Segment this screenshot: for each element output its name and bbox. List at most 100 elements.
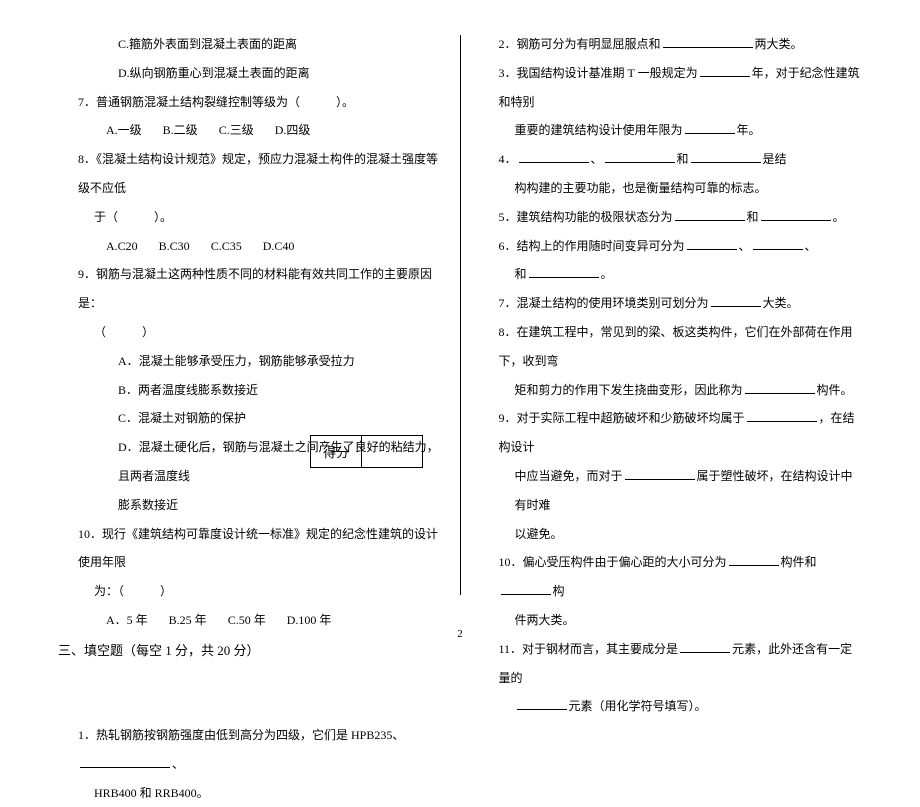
score-label: 得分 (311, 436, 362, 467)
score-value[interactable] (362, 436, 422, 467)
fill-6e: 。 (601, 267, 613, 281)
fill-8: 8．在建筑工程中，常见到的梁、板这类构件，它们在外部荷在作用下，收到弯 (479, 318, 863, 376)
fill-4e: 构构建的主要功能，也是衡量结构可靠的标志。 (479, 174, 863, 203)
blank[interactable] (663, 34, 753, 48)
blank[interactable] (517, 696, 567, 710)
fill-8b: 矩和剪力的作用下发生挠曲变形，因此称为 构件。 (479, 376, 863, 405)
blank[interactable] (80, 754, 170, 768)
fill-3c-text: 重要的建筑结构设计使用年限为 (515, 123, 683, 137)
fill-10d: 件两大类。 (479, 606, 863, 635)
fill-10: 10．偏心受压构件由于偏心距的大小可分为 构件和构 (479, 548, 863, 606)
q7-options: A.一级 B.二级 C.三级 D.四级 (58, 116, 442, 145)
q9-stem-b: （ ） (58, 318, 442, 347)
fill-4c: 和 (677, 152, 689, 166)
fill-6b: 、 (739, 239, 751, 253)
right-column: 2．钢筋可分为有明显屈服点和 两大类。 3．我国结构设计基准期 T 一般规定为年，… (461, 30, 881, 630)
fill-10c: 构 (553, 584, 565, 598)
page-number: 2 (457, 628, 463, 640)
fill-5: 5．建筑结构功能的极限状态分为 和 。 (479, 203, 863, 232)
q10-stem: 10．现行《建筑结构可靠度设计统一标准》规定的纪念性建筑的设计使用年限 (58, 520, 442, 578)
blank[interactable] (729, 552, 779, 566)
fill-5b: 和 (747, 210, 759, 224)
blank[interactable] (625, 466, 695, 480)
q9-opt-c: C．混凝土对钢筋的保护 (58, 404, 442, 433)
fill-6: 6．结构上的作用随时间变异可分为、、 (479, 232, 863, 261)
fill-2: 2．钢筋可分为有明显屈服点和 两大类。 (479, 30, 863, 59)
fill-4b: 、 (591, 152, 603, 166)
fill-9e: 以避免。 (479, 520, 863, 549)
q7-opt-b: B.二级 (163, 123, 198, 137)
blank[interactable] (685, 120, 735, 134)
fill-3d: 年。 (737, 123, 761, 137)
q7-opt-a: A.一级 (106, 123, 142, 137)
q7-stem: 7．普通钢筋混凝土结构裂缝控制等级为（ ）。 (58, 88, 442, 117)
fill-6d-text: 和 (515, 267, 527, 281)
fill-7b: 大类。 (763, 296, 799, 310)
q8-opt-d: D.C40 (263, 239, 295, 253)
blank[interactable] (753, 236, 803, 250)
fill-4d: 是结 (763, 152, 787, 166)
fill-7a: 7．混凝土结构的使用环境类别可划分为 (499, 296, 709, 310)
blank[interactable] (675, 207, 745, 221)
fill-3: 3．我国结构设计基准期 T 一般规定为年，对于纪念性建筑和特别 (479, 59, 863, 117)
blank[interactable] (711, 293, 761, 307)
fill-9c-text: 中应当避免，而对于 (515, 469, 623, 483)
blank[interactable] (747, 408, 817, 422)
blank[interactable] (529, 264, 599, 278)
fill-9: 9．对于实际工程中超筋破坏和少筋破坏均属于，在结构设计 (479, 404, 863, 462)
blank[interactable] (605, 149, 675, 163)
q8-stem: 8．《混凝土结构设计规范》规定，预应力混凝土构件的混凝土强度等级不应低 (58, 145, 442, 203)
fill-9c: 中应当避免，而对于属于塑性破坏，在结构设计中有时难 (479, 462, 863, 520)
fill-11a: 11．对于钢材而言，其主要成分是 (499, 642, 679, 656)
q10-opt-d: D.100 年 (287, 613, 332, 627)
fill-1: 1．热轧钢筋按钢筋强度由低到高分为四级，它们是 HPB235、、 (58, 721, 442, 779)
exam-page: C.箍筋外表面到混凝土表面的距离 D.纵向钢筋重心到混凝土表面的距离 7．普通钢… (0, 0, 920, 650)
q8-opt-a: A.C20 (106, 239, 138, 253)
fill-11c: 元素（用化学符号填写）。 (479, 692, 863, 721)
q8-options: A.C20 B.C30 C.C35 D.C40 (58, 232, 442, 261)
q7-opt-d: D.四级 (275, 123, 311, 137)
score-box: 得分 (310, 435, 423, 468)
q10-opt-c: C.50 年 (228, 613, 266, 627)
fill-1a: 1．热轧钢筋按钢筋强度由低到高分为四级，它们是 HPB235、 (78, 728, 404, 742)
left-column: C.箍筋外表面到混凝土表面的距离 D.纵向钢筋重心到混凝土表面的距离 7．普通钢… (40, 30, 460, 630)
q10-stem-b: 为：（ ） (58, 577, 442, 606)
fill-11c-text: 元素（用化学符号填写）。 (569, 699, 707, 713)
fill-8c: 构件。 (817, 383, 853, 397)
fill-4: 4． 、 和 是结 (479, 145, 863, 174)
q10-options: A．5 年 B.25 年 C.50 年 D.100 年 (58, 606, 442, 635)
q9-opt-d2: 膨系数接近 (58, 491, 442, 520)
q10-opt-a: A．5 年 (106, 613, 148, 627)
blank[interactable] (745, 380, 815, 394)
q10-opt-b: B.25 年 (169, 613, 207, 627)
q6-option-c: C.箍筋外表面到混凝土表面的距离 (58, 30, 442, 59)
fill-5c: 。 (833, 210, 845, 224)
fill-4a: 4． (499, 152, 517, 166)
fill-6a: 6．结构上的作用随时间变异可分为 (499, 239, 685, 253)
q9-stem: 9．钢筋与混凝土这两种性质不同的材料能有效共同工作的主要原因是： (58, 260, 442, 318)
fill-2a: 2．钢筋可分为有明显屈服点和 (499, 37, 661, 51)
fill-11: 11．对于钢材而言，其主要成分是元素，此外还含有一定量的 (479, 635, 863, 693)
fill-1b: HRB400 和 RRB400。 (58, 779, 442, 807)
blank[interactable] (761, 207, 831, 221)
fill-5a: 5．建筑结构功能的极限状态分为 (499, 210, 673, 224)
blank[interactable] (691, 149, 761, 163)
fill-3c: 重要的建筑结构设计使用年限为 年。 (479, 116, 863, 145)
q7-opt-c: C.三级 (219, 123, 254, 137)
fill-7: 7．混凝土结构的使用环境类别可划分为 大类。 (479, 289, 863, 318)
blank[interactable] (501, 581, 551, 595)
q9-opt-a: A．混凝土能够承受压力，钢筋能够承受拉力 (58, 347, 442, 376)
q6-option-d: D.纵向钢筋重心到混凝土表面的距离 (58, 59, 442, 88)
fill-10b: 构件和 (781, 555, 817, 569)
fill-6d: 和。 (479, 260, 863, 289)
fill-8b-text: 矩和剪力的作用下发生挠曲变形，因此称为 (515, 383, 743, 397)
q9-opt-b: B．两者温度线膨系数接近 (58, 376, 442, 405)
blank[interactable] (680, 639, 730, 653)
blank[interactable] (519, 149, 589, 163)
blank[interactable] (700, 63, 750, 77)
fill-2b: 两大类。 (755, 37, 803, 51)
section-3-heading: 三、填空题（每空 1 分，共 20 分） (58, 635, 442, 666)
fill-3a: 3．我国结构设计基准期 T 一般规定为 (499, 66, 698, 80)
blank[interactable] (687, 236, 737, 250)
fill-10a: 10．偏心受压构件由于偏心距的大小可分为 (499, 555, 727, 569)
